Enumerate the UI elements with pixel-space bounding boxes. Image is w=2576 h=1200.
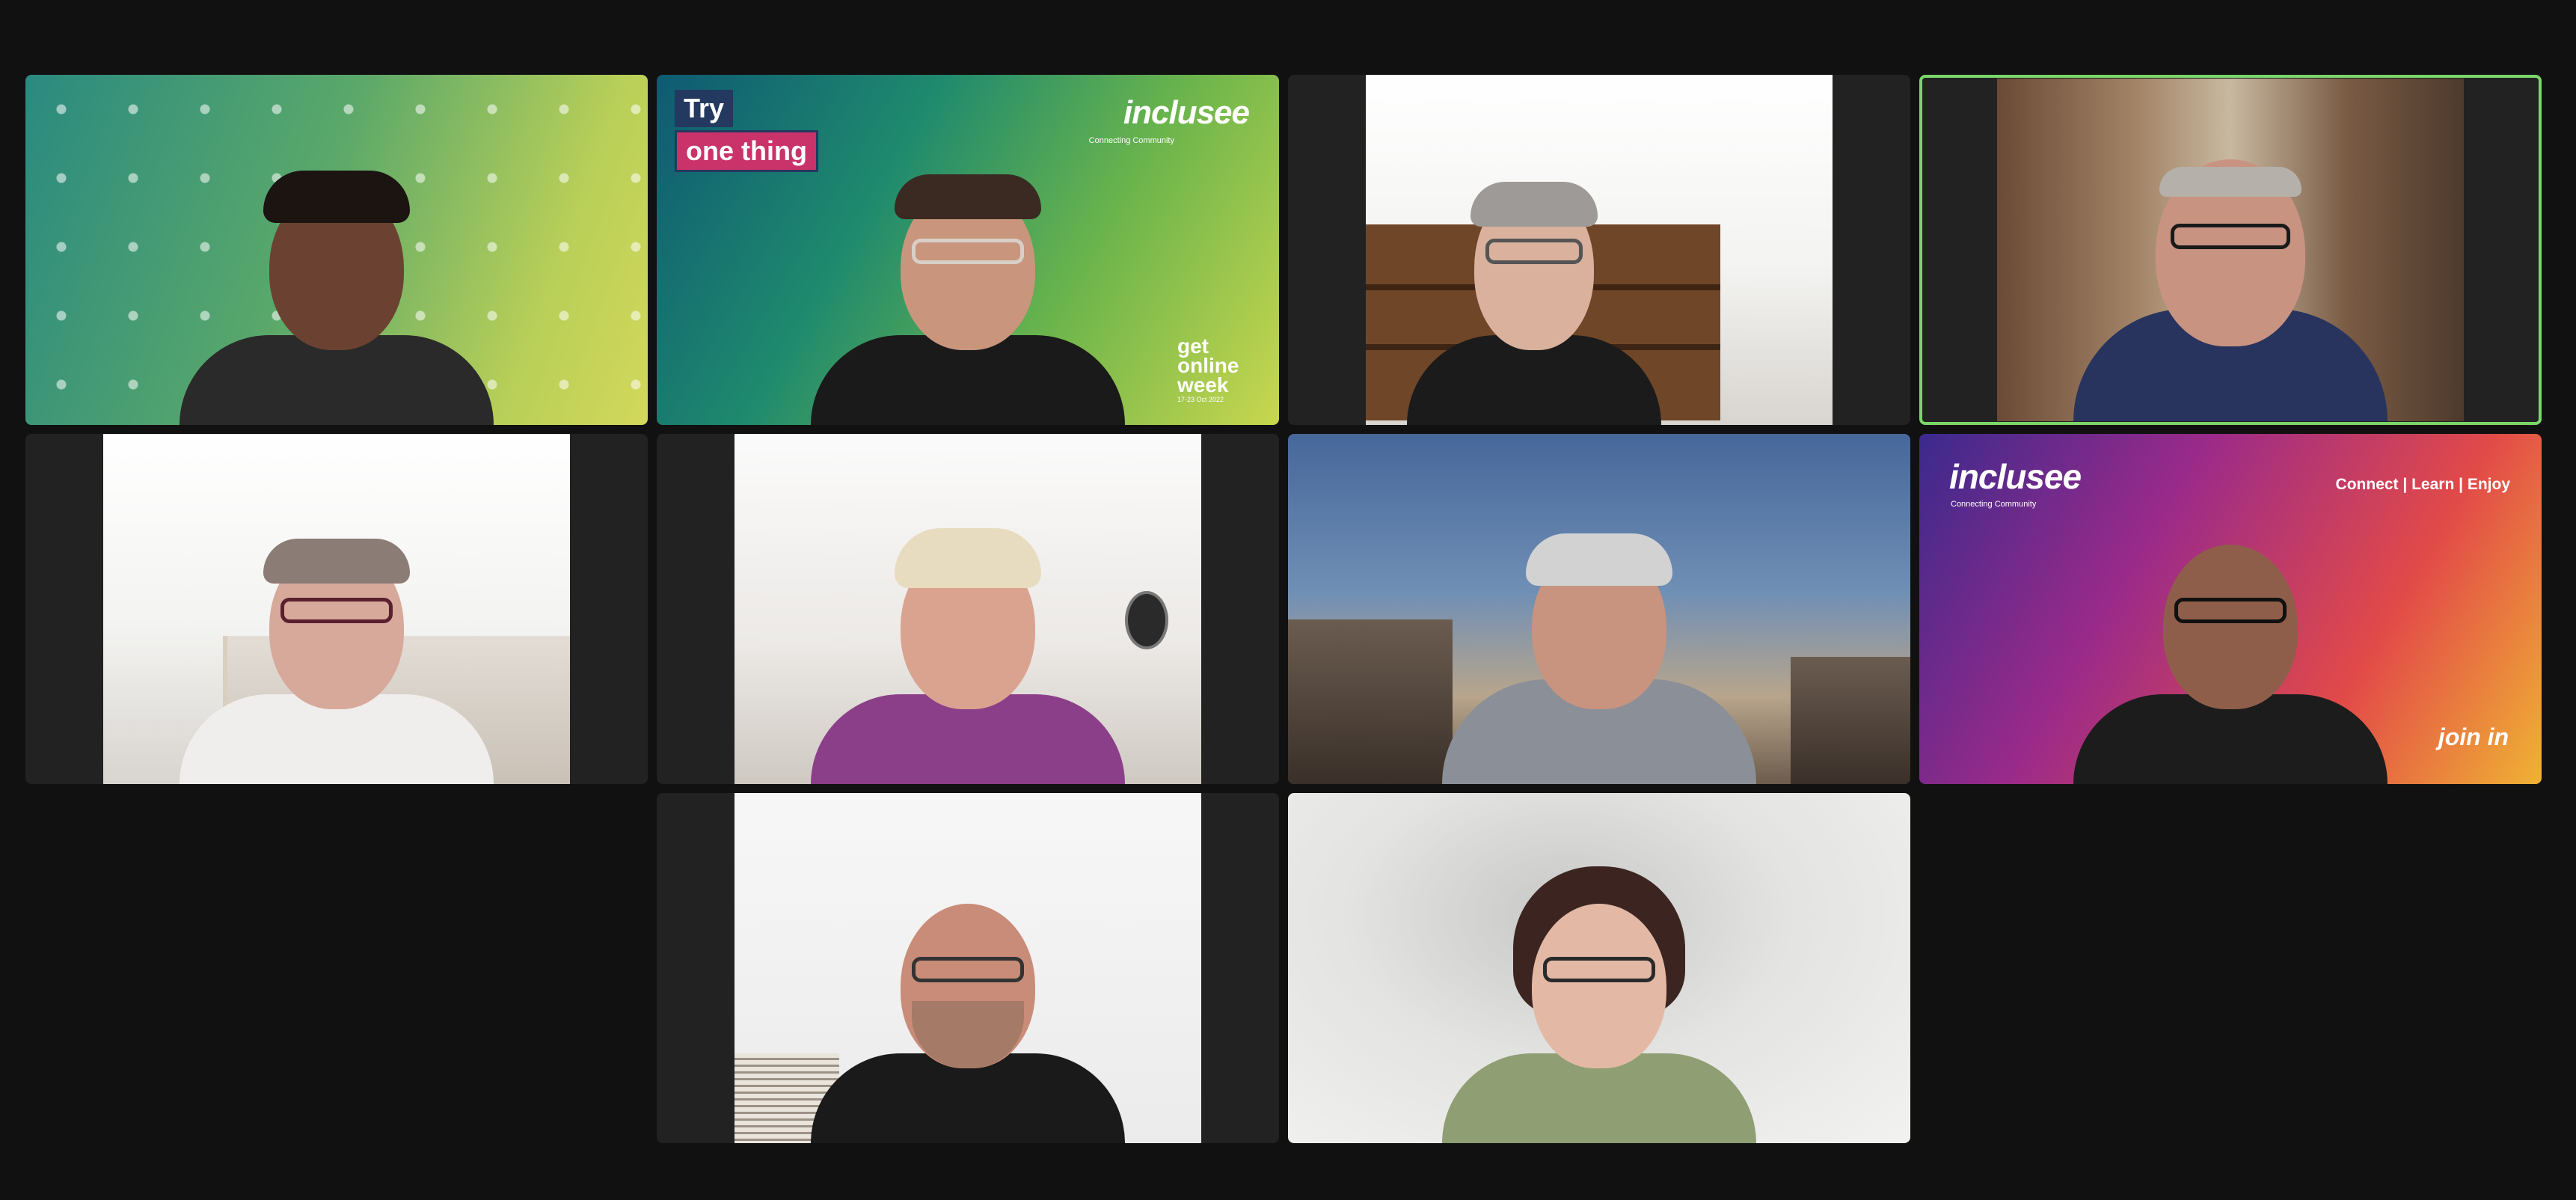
video-tile-participant-2[interactable]: Try one thing inclusee Connecting Commun…	[657, 75, 1279, 425]
participant-5-avatar	[180, 500, 494, 784]
get-online-week-logo: get online week 17-23 Oct 2022	[1177, 336, 1260, 404]
inclusee-logo: inclusee	[1123, 94, 1250, 131]
video-tile-participant-3[interactable]	[1288, 75, 1910, 425]
video-tile-participant-9[interactable]	[657, 793, 1279, 1143]
participant-4-video	[1997, 79, 2464, 421]
participant-9-video	[735, 793, 1201, 1143]
one-thing-label: one thing	[675, 130, 818, 172]
building-right	[1791, 657, 1910, 784]
video-tile-participant-10[interactable]	[1288, 793, 1910, 1143]
gow-dates: 17-23 Oct 2022	[1177, 396, 1224, 403]
video-tile-participant-4-active-speaker[interactable]	[1919, 75, 2542, 425]
building-left	[1288, 619, 1453, 784]
participant-2-video: Try one thing inclusee Connecting Commun…	[657, 75, 1279, 425]
participant-10-avatar	[1442, 859, 1756, 1143]
inclusee-tagline: Connecting Community	[1951, 500, 2037, 509]
participant-9-avatar	[811, 859, 1125, 1143]
connect-learn-enjoy-text: Connect | Learn | Enjoy	[2335, 476, 2510, 493]
participant-8-video: inclusee Connecting Community Connect | …	[1919, 434, 2542, 784]
video-tile-participant-6[interactable]	[657, 434, 1279, 784]
participant-1-video	[25, 75, 648, 425]
participant-3-avatar	[1406, 141, 1661, 425]
video-tile-participant-7[interactable]	[1288, 434, 1910, 784]
participant-3-video	[1366, 75, 1833, 425]
participant-2-avatar	[811, 141, 1125, 425]
video-tile-participant-5[interactable]	[25, 434, 648, 784]
participant-6-video	[735, 434, 1201, 784]
participant-1-avatar	[180, 141, 494, 425]
video-tile-participant-1[interactable]	[25, 75, 648, 425]
gow-line-3: week	[1177, 373, 1229, 397]
video-tile-participant-8[interactable]: inclusee Connecting Community Connect | …	[1919, 434, 2542, 784]
participant-7-video	[1288, 434, 1910, 784]
participant-7-avatar	[1442, 500, 1756, 784]
participant-6-avatar	[811, 500, 1125, 784]
join-in-logo: join in	[2438, 723, 2509, 750]
participant-5-video	[103, 434, 570, 784]
participant-10-video	[1288, 793, 1910, 1143]
try-label: Try	[675, 90, 734, 127]
wall-clock	[1125, 591, 1168, 649]
participant-4-avatar	[2073, 137, 2388, 421]
try-one-thing-banner: Try one thing	[675, 90, 818, 172]
inclusee-logo: inclusee	[1949, 457, 2082, 496]
participant-8-avatar	[2073, 500, 2388, 784]
